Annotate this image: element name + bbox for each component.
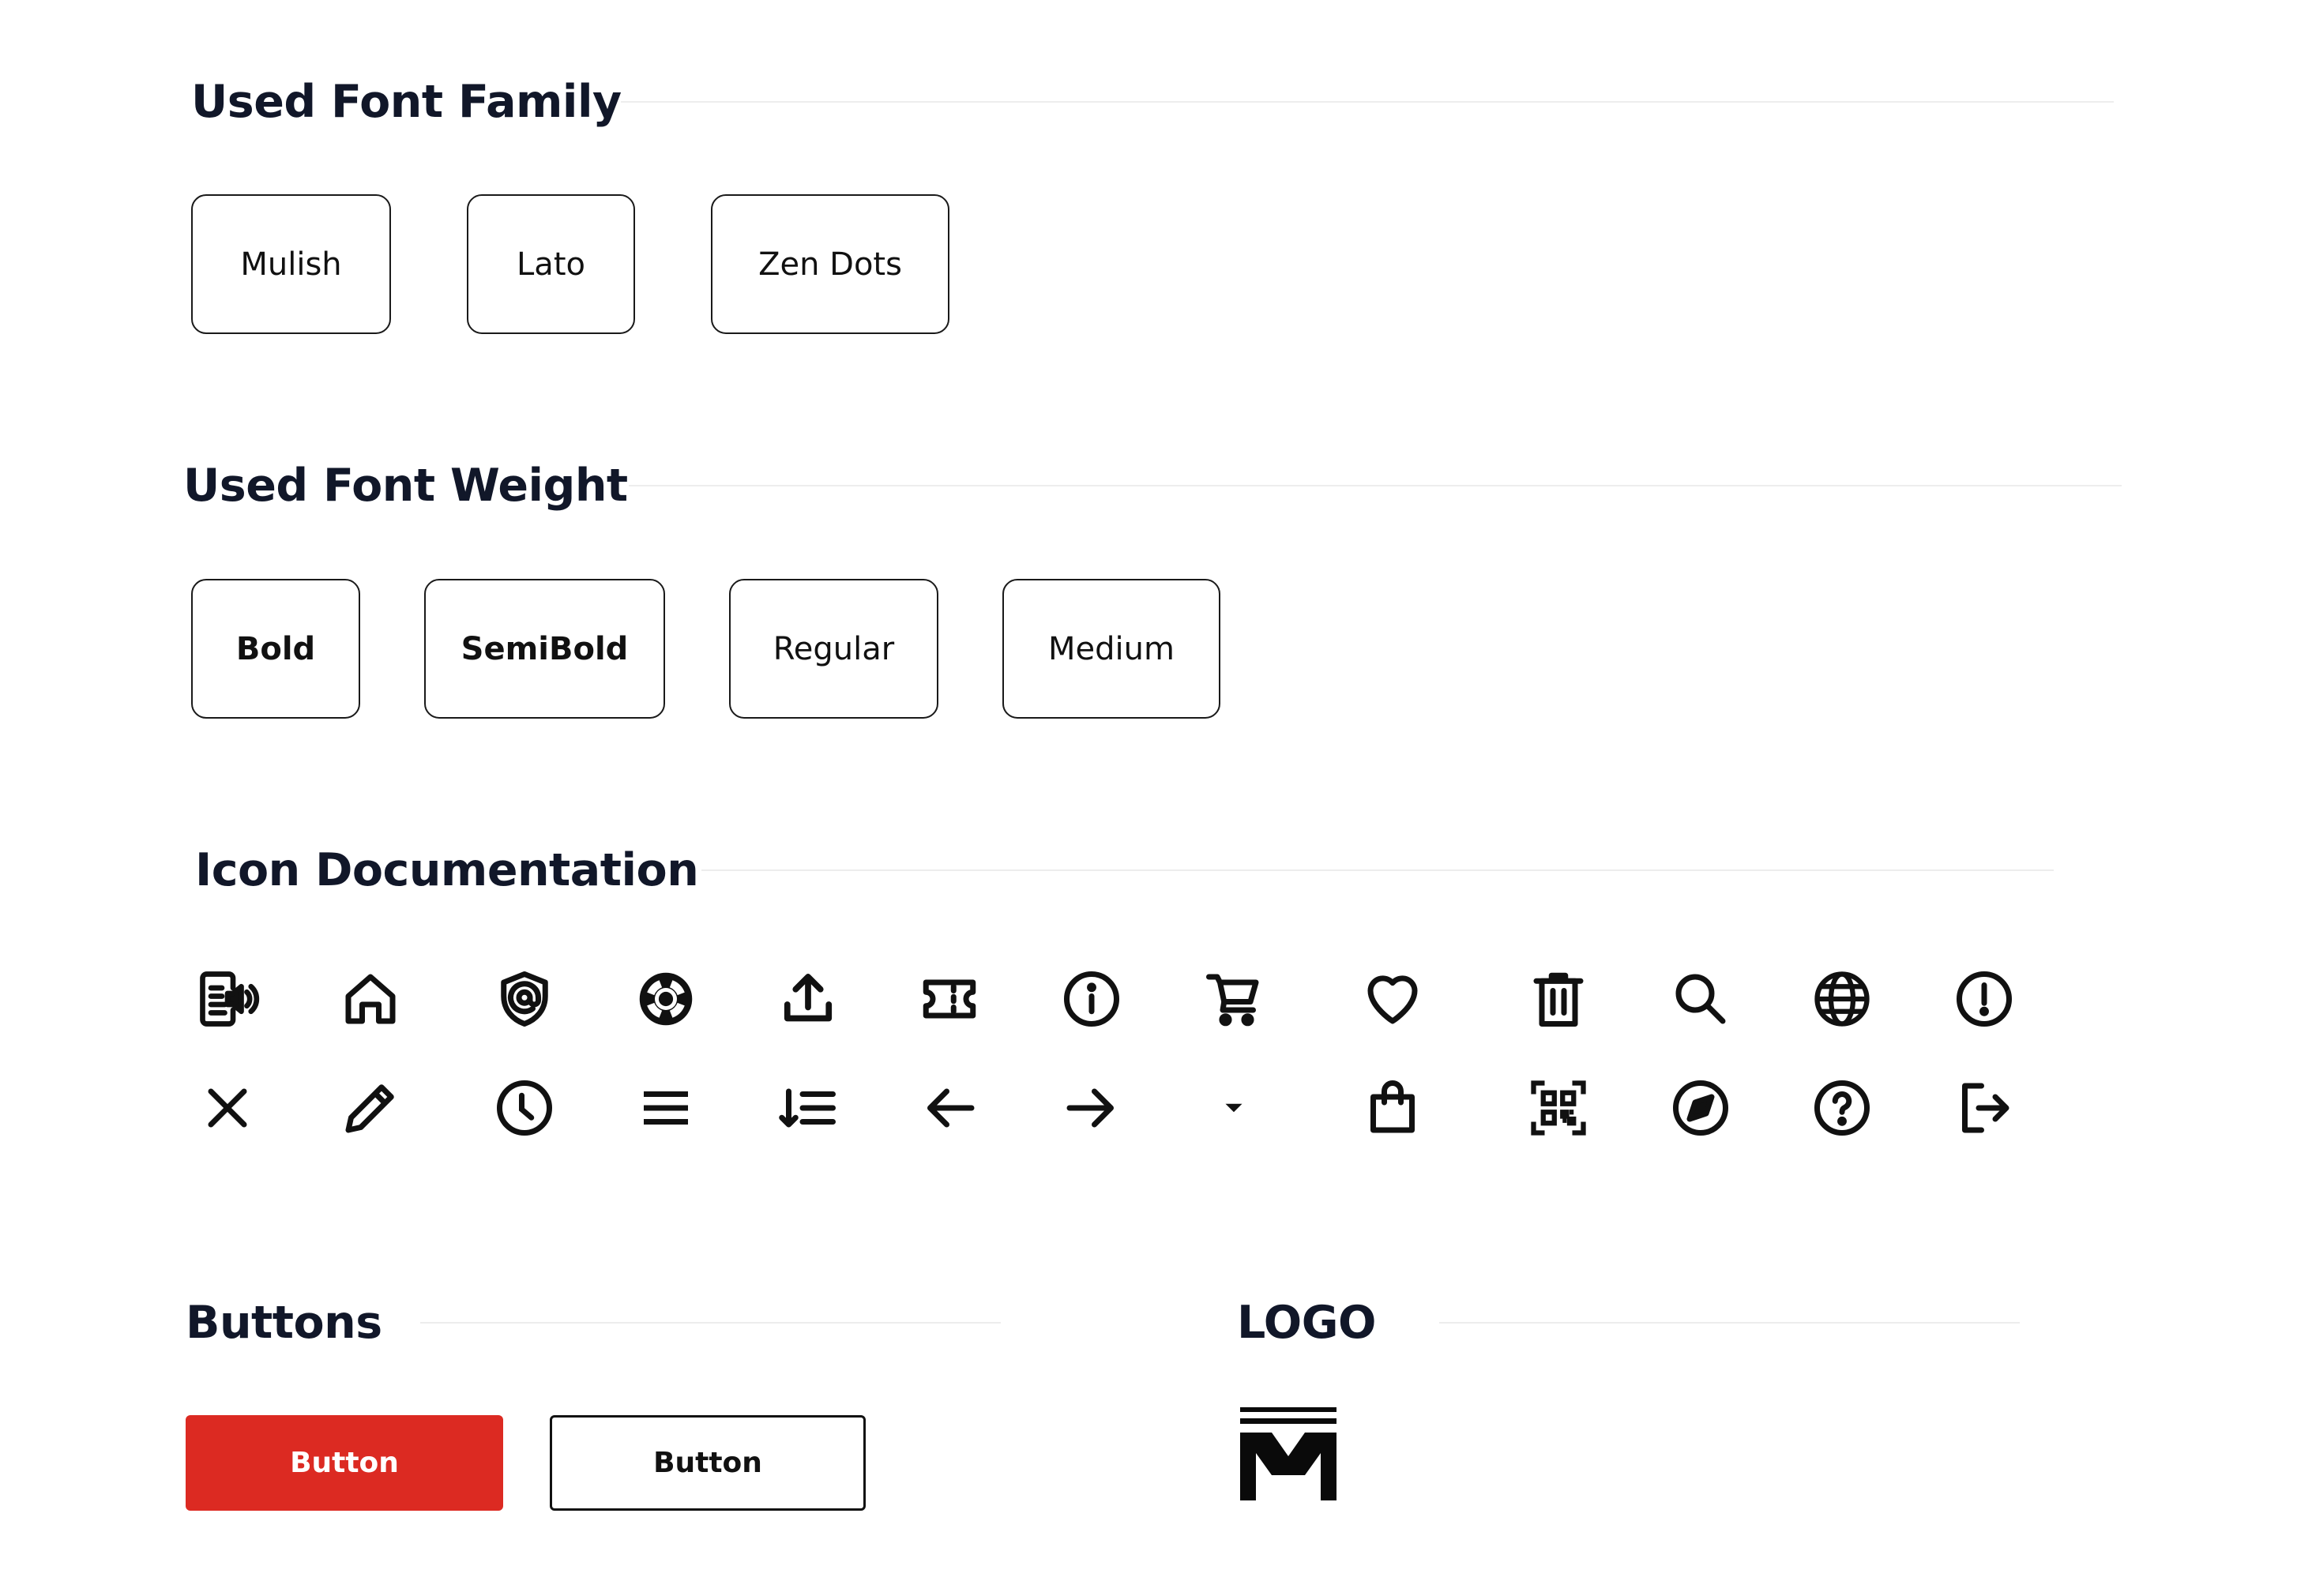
qr-code-icon	[1525, 1075, 1592, 1141]
primary-button[interactable]: Button	[186, 1415, 503, 1511]
alert-circle-icon	[1951, 966, 2017, 1032]
weight-chip-bold: Bold	[191, 579, 360, 719]
upload-icon	[775, 966, 841, 1032]
search-icon	[1667, 966, 1734, 1032]
weight-chip-regular: Regular	[729, 579, 938, 719]
info-circle-icon	[1058, 966, 1125, 1032]
weight-chip-semibold: SemiBold	[424, 579, 665, 719]
logout-icon	[1951, 1075, 2017, 1141]
cart-icon	[1201, 966, 1267, 1032]
logo-title: LOGO	[1237, 1297, 1377, 1349]
news-speaker-icon	[194, 966, 261, 1032]
home-icon	[337, 966, 404, 1032]
sort-list-icon	[775, 1075, 841, 1141]
font-family-divider	[621, 101, 2114, 103]
compass-icon	[1667, 1075, 1734, 1141]
buttons-divider	[420, 1322, 1001, 1324]
ticket-icon	[916, 966, 983, 1032]
font-weight-title: Used Font Weight	[183, 460, 628, 512]
caret-down-icon	[1201, 1075, 1267, 1141]
logo-divider	[1439, 1322, 2020, 1324]
font-family-title: Used Font Family	[191, 76, 622, 128]
shopping-bag-icon	[1359, 1075, 1426, 1141]
lifebuoy-icon	[633, 966, 699, 1032]
shield-at-icon	[491, 966, 558, 1032]
close-icon	[194, 1075, 261, 1141]
arrow-left-icon	[916, 1075, 983, 1141]
clock-icon	[491, 1075, 558, 1141]
font-chip-mulish: Mulish	[191, 194, 391, 334]
secondary-button[interactable]: Button	[550, 1415, 866, 1511]
icon-docs-divider	[701, 869, 2054, 871]
font-chip-lato: Lato	[467, 194, 635, 334]
weight-chip-medium: Medium	[1002, 579, 1220, 719]
help-circle-icon	[1809, 1075, 1875, 1141]
arrow-right-icon	[1058, 1075, 1125, 1141]
icon-docs-title: Icon Documentation	[195, 844, 699, 896]
trash-icon	[1525, 966, 1592, 1032]
buttons-title: Buttons	[186, 1297, 382, 1349]
brand-logo	[1239, 1407, 1341, 1500]
font-weight-divider	[629, 485, 2122, 486]
menu-icon	[633, 1075, 699, 1141]
heart-icon	[1359, 966, 1426, 1032]
font-chip-zen-dots: Zen Dots	[711, 194, 949, 334]
pencil-icon	[337, 1075, 404, 1141]
globe-icon	[1809, 966, 1875, 1032]
